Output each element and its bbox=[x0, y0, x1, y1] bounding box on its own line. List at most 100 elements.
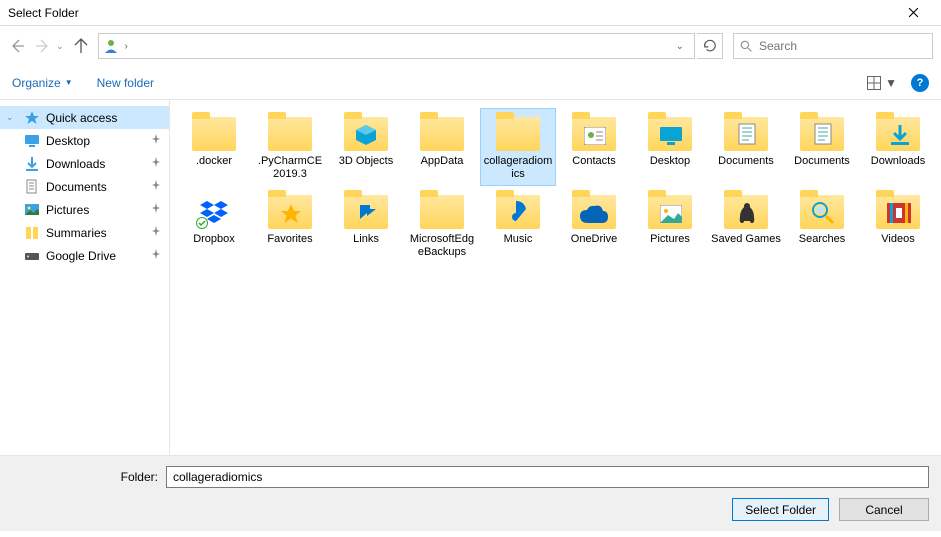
sidebar-item-pictures[interactable]: Pictures bbox=[0, 198, 169, 221]
sidebar-item-downloads[interactable]: Downloads bbox=[0, 152, 169, 175]
expand-caret-icon[interactable]: ⌄ bbox=[6, 112, 14, 123]
folder-label: Documents bbox=[718, 155, 774, 168]
folder-label: Desktop bbox=[650, 155, 690, 168]
sidebar-item-label: Summaries bbox=[46, 226, 107, 240]
folder-label: Videos bbox=[881, 233, 914, 246]
organize-label: Organize bbox=[12, 76, 61, 90]
downloads-folder-icon bbox=[874, 113, 922, 153]
folder-label: Downloads bbox=[871, 155, 925, 168]
folder-label: .docker bbox=[196, 155, 232, 168]
folders-view[interactable]: .docker .PyCharmCE2019.33D ObjectsAppData… bbox=[170, 100, 941, 455]
onedrive-icon bbox=[570, 191, 618, 231]
title-bar: Select Folder bbox=[0, 0, 941, 26]
folder-label: .PyCharmCE2019.3 bbox=[255, 155, 325, 181]
folder-item[interactable]: Saved Games bbox=[708, 186, 784, 264]
sidebar-item-quick-access[interactable]: ⌄Quick access bbox=[0, 106, 169, 129]
documents-folder-icon bbox=[798, 113, 846, 153]
help-button[interactable]: ? bbox=[911, 74, 929, 92]
folder-label: Saved Games bbox=[711, 233, 781, 246]
folder-item[interactable]: .docker bbox=[176, 108, 252, 186]
back-button[interactable] bbox=[8, 37, 26, 55]
3d-icon bbox=[342, 113, 390, 153]
dropbox-icon bbox=[190, 191, 238, 231]
folder-icon bbox=[418, 113, 466, 153]
folder-item[interactable]: AppData bbox=[404, 108, 480, 186]
new-folder-button[interactable]: New folder bbox=[97, 76, 154, 90]
sidebar-item-desktop[interactable]: Desktop bbox=[0, 129, 169, 152]
folder-label: Documents bbox=[794, 155, 850, 168]
music-icon bbox=[494, 191, 542, 231]
folder-item[interactable]: OneDrive bbox=[556, 186, 632, 264]
search-input[interactable] bbox=[759, 39, 926, 53]
address-dropdown[interactable]: ⌄ bbox=[670, 41, 690, 52]
forward-button[interactable] bbox=[34, 37, 52, 55]
folder-item[interactable]: Videos bbox=[860, 186, 936, 264]
body-area: ⌄Quick accessDesktopDownloadsDocumentsPi… bbox=[0, 100, 941, 455]
up-button[interactable] bbox=[72, 37, 90, 55]
summaries-icon bbox=[24, 225, 40, 241]
folder-item[interactable]: Links bbox=[328, 186, 404, 264]
refresh-icon bbox=[703, 39, 717, 53]
cancel-button[interactable]: Cancel bbox=[839, 498, 929, 521]
folder-item[interactable]: Music bbox=[480, 186, 556, 264]
toolbar: Organize ▼ New folder ▼ ? bbox=[0, 66, 941, 100]
folder-label: Links bbox=[353, 233, 379, 246]
folder-item[interactable]: Documents bbox=[784, 108, 860, 186]
documents-folder-icon bbox=[722, 113, 770, 153]
folder-item[interactable]: Favorites bbox=[252, 186, 328, 264]
folder-icon bbox=[494, 113, 542, 153]
sidebar-item-summaries[interactable]: Summaries bbox=[0, 221, 169, 244]
folder-item[interactable]: collageradiomics bbox=[480, 108, 556, 186]
drive-icon bbox=[24, 248, 40, 264]
folder-item[interactable]: Dropbox bbox=[176, 186, 252, 264]
star-icon bbox=[24, 110, 40, 126]
favorites-icon bbox=[266, 191, 314, 231]
address-bar[interactable]: › ⌄ bbox=[98, 33, 695, 59]
searches-icon bbox=[798, 191, 846, 231]
contacts-icon bbox=[570, 113, 618, 153]
search-box[interactable] bbox=[733, 33, 933, 59]
folder-icon bbox=[266, 113, 314, 153]
pin-icon bbox=[151, 249, 161, 262]
sidebar-item-documents[interactable]: Documents bbox=[0, 175, 169, 198]
caret-down-icon: ▼ bbox=[65, 78, 73, 87]
folder-item[interactable]: .PyCharmCE2019.3 bbox=[252, 108, 328, 186]
view-options-button[interactable]: ▼ bbox=[867, 76, 897, 90]
select-folder-button[interactable]: Select Folder bbox=[732, 498, 829, 521]
folder-item[interactable]: Desktop bbox=[632, 108, 708, 186]
links-icon bbox=[342, 191, 390, 231]
sidebar-item-label: Documents bbox=[46, 180, 107, 194]
folder-item[interactable]: MicrosoftEdgeBackups bbox=[404, 186, 480, 264]
close-icon bbox=[908, 7, 919, 18]
videos-icon bbox=[874, 191, 922, 231]
folder-item[interactable]: Searches bbox=[784, 186, 860, 264]
sidebar-item-label: Pictures bbox=[46, 203, 89, 217]
refresh-button[interactable] bbox=[697, 33, 723, 59]
footer: Folder: Select Folder Cancel bbox=[0, 455, 941, 531]
folder-label: Contacts bbox=[572, 155, 615, 168]
recent-locations-dropdown[interactable]: ⌄ bbox=[56, 41, 64, 52]
arrow-up-icon bbox=[73, 38, 89, 54]
folder-field-label: Folder: bbox=[0, 470, 166, 484]
desktop-icon bbox=[24, 133, 40, 149]
folder-item[interactable]: Pictures bbox=[632, 186, 708, 264]
organize-button[interactable]: Organize ▼ bbox=[12, 76, 73, 90]
folder-item[interactable]: Contacts bbox=[556, 108, 632, 186]
newfolder-label: New folder bbox=[97, 76, 154, 90]
pin-icon bbox=[151, 226, 161, 239]
pictures-folder-icon bbox=[646, 191, 694, 231]
view-icon bbox=[867, 76, 881, 90]
pictures-icon bbox=[24, 202, 40, 218]
nav-arrows: ⌄ bbox=[8, 37, 90, 55]
window-title: Select Folder bbox=[8, 6, 893, 20]
folder-label: Pictures bbox=[650, 233, 690, 246]
sidebar-item-google-drive[interactable]: Google Drive bbox=[0, 244, 169, 267]
pin-icon bbox=[151, 157, 161, 170]
folder-item[interactable]: Downloads bbox=[860, 108, 936, 186]
folder-item[interactable]: 3D Objects bbox=[328, 108, 404, 186]
folder-label: collageradiomics bbox=[483, 155, 553, 181]
search-icon bbox=[740, 40, 753, 53]
close-button[interactable] bbox=[893, 0, 933, 26]
folder-name-input[interactable] bbox=[166, 466, 929, 488]
folder-item[interactable]: Documents bbox=[708, 108, 784, 186]
